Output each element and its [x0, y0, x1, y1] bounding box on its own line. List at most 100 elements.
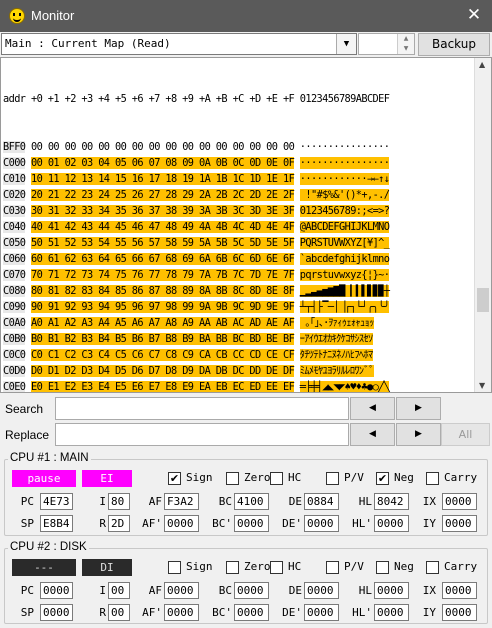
- search-next-button[interactable]: ▶: [396, 397, 441, 420]
- dump-row[interactable]: C0A0 A0 A1 A2 A3 A4 A5 A6 A7 A8 A9 AA AB…: [3, 315, 389, 331]
- dump-row[interactable]: C010 10 11 12 13 14 15 16 17 18 19 1A 1B…: [3, 171, 390, 187]
- checkbox-box[interactable]: [376, 561, 389, 574]
- row-hex-bytes[interactable]: C0 C1 C2 C3 C4 C5 C6 C7 C8 C9 CA CB CC C…: [31, 349, 295, 361]
- row-hex-bytes[interactable]: 00 01 02 03 04 05 06 07 08 09 0A 0B 0C 0…: [31, 157, 295, 169]
- dump-row[interactable]: BFF0 00 00 00 00 00 00 00 00 00 00 00 00…: [3, 139, 390, 155]
- row-hex-bytes[interactable]: 50 51 52 53 54 55 56 57 58 59 5A 5B 5C 5…: [31, 237, 295, 249]
- dump-row[interactable]: C000 00 01 02 03 04 05 06 07 08 09 0A 0B…: [3, 155, 390, 171]
- checkbox-box[interactable]: [270, 472, 283, 485]
- dump-row[interactable]: C080 80 81 82 83 84 85 86 87 88 89 8A 8B…: [3, 283, 390, 299]
- replace-input[interactable]: [55, 423, 349, 446]
- close-button[interactable]: ✕: [464, 4, 484, 26]
- register-value-field[interactable]: E8B4: [40, 515, 73, 532]
- register-value-field[interactable]: 0000: [442, 604, 477, 621]
- row-ascii[interactable]: ▁▂▃▄▅▆▇█▏▎▍▌▋▊▉┼: [299, 285, 390, 297]
- row-hex-bytes[interactable]: 40 41 42 43 44 45 46 47 48 49 4A 4B 4C 4…: [31, 221, 295, 233]
- register-value-field[interactable]: 0000: [40, 604, 73, 621]
- row-ascii[interactable]: ┴┬┤├▔─│▕┌┐└┘╭╮╰╯: [299, 301, 390, 313]
- checkbox-box[interactable]: [326, 472, 339, 485]
- checkbox-box[interactable]: [326, 561, 339, 574]
- dump-row[interactable]: C0C0 C0 C1 C2 C3 C4 C5 C6 C7 C8 C9 CA CB…: [3, 347, 389, 363]
- flag-sign-checkbox[interactable]: Sign: [168, 560, 218, 575]
- row-ascii[interactable]: ﾐﾑﾒﾓﾔﾕﾖﾗﾘﾙﾚﾛﾜﾝﾞﾟ: [299, 365, 374, 377]
- row-hex-bytes[interactable]: E0 E1 E2 E3 E4 E5 E6 E7 E8 E9 EA EB EC E…: [31, 381, 295, 392]
- row-hex-bytes[interactable]: 00 00 00 00 00 00 00 00 00 00 00 00 00 0…: [31, 141, 295, 153]
- row-ascii[interactable]: ═╞╪╡◢◣◥◤♠♥♦♣●○╱╲: [299, 381, 390, 392]
- dump-scrollbar[interactable]: ▲ ▼: [474, 58, 491, 392]
- search-input[interactable]: [55, 397, 349, 420]
- flag-zero-checkbox[interactable]: Zero: [226, 471, 276, 486]
- hex-grid[interactable]: addr +0 +1 +2 +3 +4 +5 +6 +7 +8 +9 +A +B…: [3, 59, 390, 392]
- register-value-field[interactable]: 0000: [442, 582, 477, 599]
- row-hex-bytes[interactable]: 80 81 82 83 84 85 86 87 88 89 8A 8B 8C 8…: [31, 285, 295, 297]
- flag-carry-checkbox[interactable]: Carry: [426, 471, 477, 486]
- flag-neg-checkbox[interactable]: ✔ Neg: [376, 471, 426, 486]
- chevron-down-icon[interactable]: ▼: [336, 34, 356, 54]
- replace-next-button[interactable]: ▶: [396, 423, 441, 446]
- memory-dump-view[interactable]: addr +0 +1 +2 +3 +4 +5 +6 +7 +8 +9 +A +B…: [0, 57, 492, 393]
- checkbox-box[interactable]: ✔: [376, 472, 389, 485]
- scroll-up-icon[interactable]: ▲: [479, 60, 485, 69]
- spin-down-icon[interactable]: ▼: [397, 44, 414, 54]
- flag-carry-checkbox[interactable]: Carry: [426, 560, 477, 575]
- dump-row[interactable]: C060 60 61 62 63 64 65 66 67 68 69 6A 6B…: [3, 251, 390, 267]
- dump-row[interactable]: C030 30 31 32 33 34 35 36 37 38 39 3A 3B…: [3, 203, 390, 219]
- flag-pv-checkbox[interactable]: P/V: [326, 560, 376, 575]
- row-hex-bytes[interactable]: 10 11 12 13 14 15 16 17 18 19 1A 1B 1C 1…: [31, 173, 295, 185]
- register-value-field[interactable]: 0000: [442, 515, 477, 532]
- row-hex-bytes[interactable]: D0 D1 D2 D3 D4 D5 D6 D7 D8 D9 DA DB DC D…: [31, 365, 295, 377]
- search-prev-button[interactable]: ◀: [350, 397, 395, 420]
- checkbox-box[interactable]: [426, 561, 439, 574]
- memory-map-select[interactable]: Main : Current Map (Read) ▼: [1, 33, 357, 55]
- backup-button[interactable]: Backup: [418, 33, 490, 56]
- row-ascii[interactable]: ｰｱｲｳｴｵｶｷｸｹｺｻｼｽｾｿ: [299, 333, 373, 345]
- register-value-field[interactable]: 4E73: [40, 493, 73, 510]
- row-ascii[interactable]: `abcdefghijklmno: [299, 253, 390, 265]
- spin-up-icon[interactable]: ▲: [397, 34, 414, 44]
- register-value-field[interactable]: 0000: [40, 582, 73, 599]
- flag-neg-checkbox[interactable]: Neg: [376, 560, 426, 575]
- checkbox-box[interactable]: [226, 472, 239, 485]
- dump-row[interactable]: C020 20 21 22 23 24 25 26 27 28 29 2A 2B…: [3, 187, 390, 203]
- row-hex-bytes[interactable]: 90 91 92 93 94 95 96 97 98 99 9A 9B 9C 9…: [31, 301, 295, 313]
- bank-spinner[interactable]: ▲ ▼: [358, 33, 415, 55]
- checkbox-box[interactable]: [426, 472, 439, 485]
- dump-row[interactable]: C0E0 E0 E1 E2 E3 E4 E5 E6 E7 E8 E9 EA EB…: [3, 379, 390, 392]
- row-hex-bytes[interactable]: 70 71 72 73 74 75 76 77 78 79 7A 7B 7C 7…: [31, 269, 295, 281]
- flag-pv-checkbox[interactable]: P/V: [326, 471, 376, 486]
- row-ascii[interactable]: ｡｢｣､･ｦｧｨｩｪｫｬｭｮｯ: [299, 317, 374, 329]
- row-ascii[interactable]: @ABCDEFGHIJKLMNO: [299, 221, 390, 233]
- row-ascii[interactable]: ················: [299, 157, 390, 169]
- row-ascii[interactable]: !"#$%&'()*+,-./: [299, 189, 390, 201]
- replace-prev-button[interactable]: ◀: [350, 423, 395, 446]
- dump-row[interactable]: C090 90 91 92 93 94 95 96 97 98 99 9A 9B…: [3, 299, 390, 315]
- checkbox-box[interactable]: ✔: [168, 472, 181, 485]
- checkbox-box[interactable]: [226, 561, 239, 574]
- row-ascii[interactable]: pqrstuvwxyz{¦}~·: [299, 269, 390, 281]
- row-hex-bytes[interactable]: 20 21 22 23 24 25 26 27 28 29 2A 2B 2C 2…: [31, 189, 295, 201]
- dump-row[interactable]: C0D0 D0 D1 D2 D3 D4 D5 D6 D7 D8 D9 DA DB…: [3, 363, 389, 379]
- row-hex-bytes[interactable]: 60 61 62 63 64 65 66 67 68 69 6A 6B 6C 6…: [31, 253, 295, 265]
- row-ascii[interactable]: ﾀﾁﾂﾃﾄﾅﾆﾇﾈﾉﾊﾋﾌﾍﾎﾏ: [299, 349, 373, 361]
- replace-all-button[interactable]: All: [441, 423, 490, 446]
- row-ascii[interactable]: 0123456789:;<=>?: [299, 205, 390, 217]
- dump-row[interactable]: C070 70 71 72 73 74 75 76 77 78 79 7A 7B…: [3, 267, 390, 283]
- row-ascii[interactable]: ················: [300, 141, 390, 153]
- dump-row[interactable]: C050 50 51 52 53 54 55 56 57 58 59 5A 5B…: [3, 235, 390, 251]
- row-hex-bytes[interactable]: A0 A1 A2 A3 A4 A5 A6 A7 A8 A9 AA AB AC A…: [31, 317, 295, 329]
- register-value-field[interactable]: 0000: [442, 493, 477, 510]
- dump-row[interactable]: C040 40 41 42 43 44 45 46 47 48 49 4A 4B…: [3, 219, 390, 235]
- row-hex-bytes[interactable]: B0 B1 B2 B3 B4 B5 B6 B7 B8 B9 BA BB BC B…: [31, 333, 295, 345]
- scroll-thumb[interactable]: [477, 288, 489, 312]
- row-ascii[interactable]: ············→←↑↓: [299, 173, 390, 185]
- checkbox-box[interactable]: [168, 561, 181, 574]
- row-hex-bytes[interactable]: 30 31 32 33 34 35 36 37 38 39 3A 3B 3C 3…: [31, 205, 295, 217]
- dump-row[interactable]: C0B0 B0 B1 B2 B3 B4 B5 B6 B7 B8 B9 BA BB…: [3, 331, 389, 347]
- flag-hc-checkbox[interactable]: HC: [270, 471, 320, 486]
- scroll-down-icon[interactable]: ▼: [479, 381, 485, 390]
- flag-hc-checkbox[interactable]: HC: [270, 560, 320, 575]
- checkbox-box[interactable]: [270, 561, 283, 574]
- flag-sign-checkbox[interactable]: ✔ Sign: [168, 471, 218, 486]
- row-ascii[interactable]: PQRSTUVWXYZ[¥]^_: [299, 237, 390, 249]
- flag-zero-checkbox[interactable]: Zero: [226, 560, 276, 575]
